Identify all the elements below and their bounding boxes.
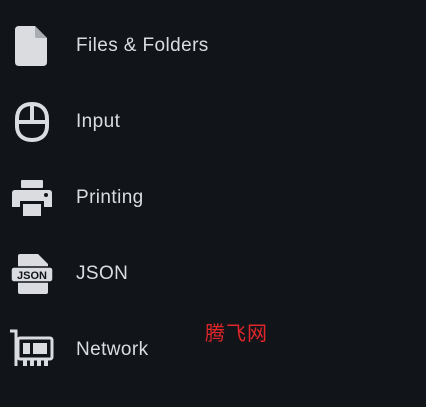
menu-item-label: Files & Folders — [76, 35, 209, 56]
menu-item-printing[interactable]: Printing — [0, 160, 426, 236]
mouse-icon — [8, 98, 56, 146]
menu-item-label: Input — [76, 111, 121, 132]
json-file-icon: JSON — [8, 250, 56, 298]
menu-item-json[interactable]: JSON JSON — [0, 236, 426, 312]
menu-item-files-folders[interactable]: Files & Folders — [0, 8, 426, 84]
file-icon — [8, 22, 56, 70]
menu-item-label: Printing — [76, 187, 144, 208]
menu-item-label: JSON — [76, 263, 129, 284]
network-card-icon — [8, 326, 56, 374]
printer-icon — [8, 174, 56, 222]
watermark-text: 腾飞网 — [205, 321, 268, 345]
menu-item-input[interactable]: Input — [0, 84, 426, 160]
menu-item-label: Network — [76, 339, 149, 360]
json-icon-text: JSON — [17, 270, 47, 282]
